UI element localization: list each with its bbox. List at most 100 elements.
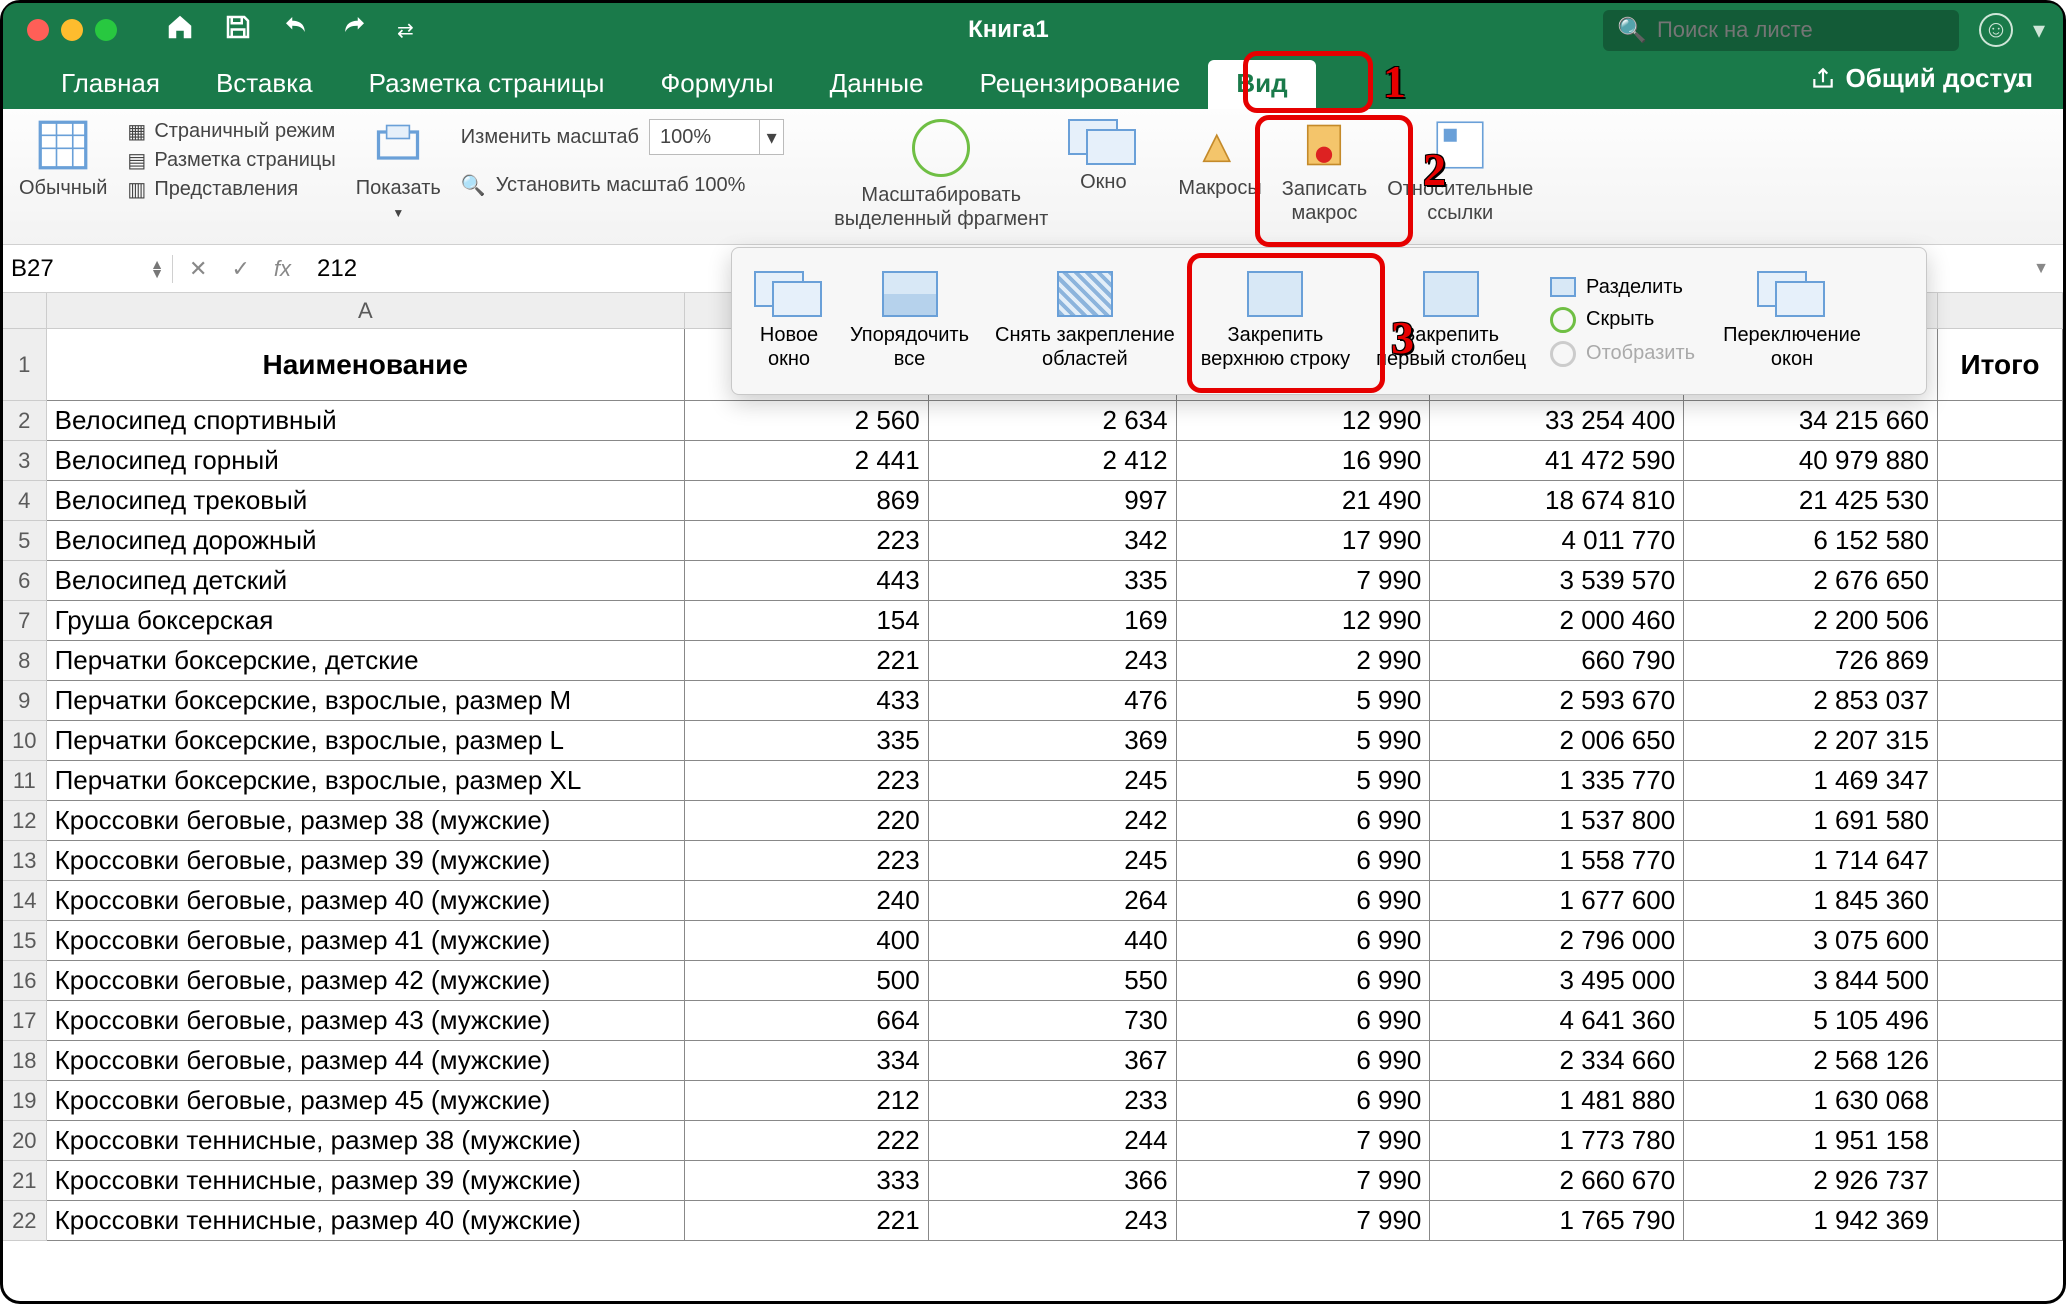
- tab-review[interactable]: Рецензирование: [952, 68, 1209, 109]
- cell[interactable]: 16 990: [1177, 441, 1431, 481]
- cell[interactable]: 443: [685, 561, 929, 601]
- cell[interactable]: 5 105 496: [1684, 1001, 1938, 1041]
- cell[interactable]: 335: [685, 721, 929, 761]
- tab-page-layout[interactable]: Разметка страницы: [341, 68, 633, 109]
- cell[interactable]: [1938, 601, 2063, 641]
- cell[interactable]: 400: [685, 921, 929, 961]
- cell[interactable]: 6 990: [1177, 841, 1431, 881]
- cell[interactable]: Кроссовки беговые, размер 41 (мужские): [47, 921, 685, 961]
- cell[interactable]: [1938, 401, 2063, 441]
- cell[interactable]: [1938, 521, 2063, 561]
- feedback-icon[interactable]: ☺: [1979, 13, 2013, 47]
- cell[interactable]: 6 990: [1177, 801, 1431, 841]
- cell[interactable]: 2 441: [685, 441, 929, 481]
- view-normal[interactable]: Обычный: [19, 119, 107, 200]
- cell[interactable]: [1938, 881, 2063, 921]
- cell[interactable]: 3 495 000: [1430, 961, 1684, 1001]
- freeze-top-row[interactable]: Закрепитьверхнюю строку: [1193, 271, 1358, 371]
- cell[interactable]: 6 152 580: [1684, 521, 1938, 561]
- cell[interactable]: 664: [685, 1001, 929, 1041]
- view-page-layout[interactable]: ▤Разметка страницы: [127, 148, 335, 173]
- cell[interactable]: 1 951 158: [1684, 1121, 1938, 1161]
- col-header-A[interactable]: A: [47, 293, 685, 329]
- home-icon[interactable]: [165, 12, 195, 49]
- cell[interactable]: 1 537 800: [1430, 801, 1684, 841]
- row-header[interactable]: 6: [3, 561, 47, 601]
- cell[interactable]: 3 539 570: [1430, 561, 1684, 601]
- cell[interactable]: [1938, 1121, 2063, 1161]
- cell[interactable]: [1938, 801, 2063, 841]
- cell[interactable]: 244: [929, 1121, 1177, 1161]
- cell[interactable]: 2 560: [685, 401, 929, 441]
- fx-icon[interactable]: fx: [274, 256, 291, 282]
- cell[interactable]: 6 990: [1177, 881, 1431, 921]
- cell[interactable]: 221: [685, 1201, 929, 1241]
- namebox-stepper[interactable]: ▲▼: [150, 260, 164, 277]
- cell[interactable]: 7 990: [1177, 1121, 1431, 1161]
- view-page-break[interactable]: ▦Страничный режим: [127, 119, 335, 144]
- row-header[interactable]: 10: [3, 721, 47, 761]
- col-header-G[interactable]: [1938, 293, 2063, 329]
- tab-data[interactable]: Данные: [802, 68, 952, 109]
- cell[interactable]: Перчатки боксерские, взрослые, размер M: [47, 681, 685, 721]
- cell[interactable]: 2 568 126: [1684, 1041, 1938, 1081]
- cell[interactable]: 997: [929, 481, 1177, 521]
- expand-formula-bar[interactable]: ▼: [2019, 260, 2063, 278]
- row-header[interactable]: 21: [3, 1161, 47, 1201]
- close-window[interactable]: [27, 19, 49, 41]
- cell[interactable]: 5 990: [1177, 681, 1431, 721]
- accept-formula-icon[interactable]: ✓: [231, 256, 249, 282]
- cell[interactable]: 154: [685, 601, 929, 641]
- minimize-window[interactable]: [61, 19, 83, 41]
- cell[interactable]: [1938, 1201, 2063, 1241]
- split-window[interactable]: Разделить: [1550, 276, 1695, 299]
- cell[interactable]: 12 990: [1177, 401, 1431, 441]
- row-header[interactable]: 22: [3, 1201, 47, 1241]
- cell[interactable]: [1938, 961, 2063, 1001]
- cell[interactable]: 6 990: [1177, 961, 1431, 1001]
- cell[interactable]: 476: [929, 681, 1177, 721]
- cell[interactable]: Кроссовки беговые, размер 45 (мужские): [47, 1081, 685, 1121]
- cell[interactable]: 2 853 037: [1684, 681, 1938, 721]
- cell[interactable]: [1938, 641, 2063, 681]
- zoom-dropdown-icon[interactable]: ▾: [759, 120, 783, 154]
- cell[interactable]: Кроссовки беговые, размер 42 (мужские): [47, 961, 685, 1001]
- row-header[interactable]: 5: [3, 521, 47, 561]
- cell[interactable]: 2 660 670: [1430, 1161, 1684, 1201]
- cell[interactable]: [1938, 921, 2063, 961]
- search-input[interactable]: [1657, 17, 1945, 43]
- cell[interactable]: 2 926 737: [1684, 1161, 1938, 1201]
- cell[interactable]: 5 990: [1177, 721, 1431, 761]
- cell[interactable]: 3 844 500: [1684, 961, 1938, 1001]
- cell[interactable]: Кроссовки беговые, размер 43 (мужские): [47, 1001, 685, 1041]
- tab-insert[interactable]: Вставка: [188, 68, 341, 109]
- cell[interactable]: Кроссовки беговые, размер 38 (мужские): [47, 801, 685, 841]
- cell[interactable]: Велосипед детский: [47, 561, 685, 601]
- feedback-dropdown[interactable]: ▾: [2033, 16, 2045, 45]
- cell[interactable]: 17 990: [1177, 521, 1431, 561]
- row-header[interactable]: 18: [3, 1041, 47, 1081]
- cell[interactable]: 7 990: [1177, 1161, 1431, 1201]
- cell[interactable]: 2 006 650: [1430, 721, 1684, 761]
- cell[interactable]: 40 979 880: [1684, 441, 1938, 481]
- window-menu[interactable]: Окно: [1068, 119, 1138, 194]
- cell[interactable]: 334: [685, 1041, 929, 1081]
- arrange-all[interactable]: Упорядочитьвсе: [842, 271, 977, 371]
- cell[interactable]: Перчатки боксерские, взрослые, размер L: [47, 721, 685, 761]
- cell[interactable]: 1 335 770: [1430, 761, 1684, 801]
- redo-icon[interactable]: [339, 12, 369, 49]
- cell[interactable]: 223: [685, 841, 929, 881]
- cell[interactable]: [1938, 1081, 2063, 1121]
- search-box[interactable]: 🔍: [1603, 10, 1959, 51]
- cell[interactable]: Кроссовки теннисные, размер 40 (мужские): [47, 1201, 685, 1241]
- cell[interactable]: 2 634: [929, 401, 1177, 441]
- cancel-formula-icon[interactable]: ✕: [189, 256, 207, 282]
- cell[interactable]: 33 254 400: [1430, 401, 1684, 441]
- cell[interactable]: Кроссовки беговые, размер 39 (мужские): [47, 841, 685, 881]
- collapse-ribbon-icon[interactable]: ⌃: [2012, 77, 2029, 102]
- switch-windows[interactable]: Переключениеокон: [1715, 271, 1869, 371]
- cell[interactable]: Итого: [1938, 329, 2063, 401]
- tab-home[interactable]: Главная: [33, 68, 188, 109]
- cell[interactable]: 342: [929, 521, 1177, 561]
- cell[interactable]: 220: [685, 801, 929, 841]
